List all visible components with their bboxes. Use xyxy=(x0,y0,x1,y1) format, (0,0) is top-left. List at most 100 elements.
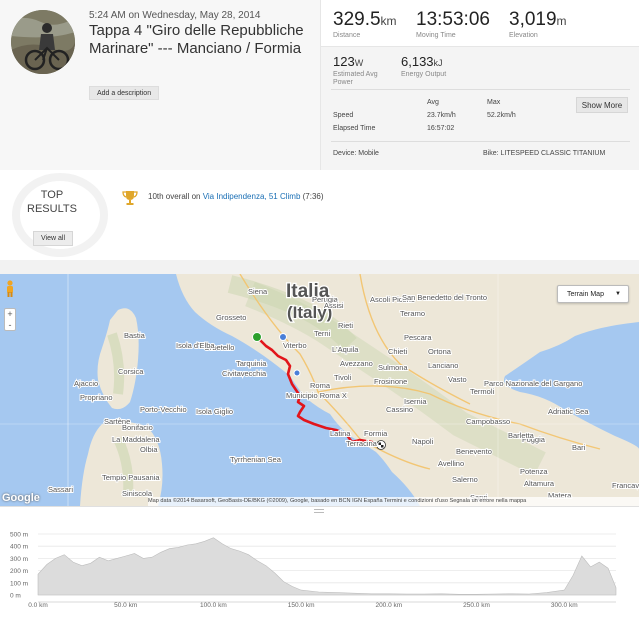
map-place-label: Corsica xyxy=(118,367,144,376)
map-place-label: Salerno xyxy=(452,475,478,484)
y-tick-label: 400 m xyxy=(10,544,28,551)
stat-power: 123W Estimated Avg Power xyxy=(333,53,388,87)
y-tick-label: 200 m xyxy=(10,568,28,575)
activity-stats: 329.5km Distance 13:53:06 Moving Time 3,… xyxy=(320,0,639,170)
map-place-label: Potenza xyxy=(520,467,548,476)
map-place-label: Tivoli xyxy=(334,373,352,382)
y-tick-label: 0 m xyxy=(10,593,21,600)
route-map[interactable]: Italia (Italy) Grosseto Siena Perugia Assis… xyxy=(0,274,639,506)
map-place-label: Sulmona xyxy=(378,363,408,372)
x-tick-label: 100.0 km xyxy=(200,602,227,609)
map-canvas[interactable]: Italia (Italy) GrossetoSienaPerugiaAssis… xyxy=(0,274,639,506)
map-place-label: Municipio Roma X xyxy=(286,391,347,400)
map-place-label: San Benedetto del Tronto xyxy=(402,293,487,302)
x-tick-label: 150.0 km xyxy=(288,602,315,609)
map-place-label: Viterbo xyxy=(283,341,307,350)
street-view-pegman-icon[interactable] xyxy=(5,280,15,298)
map-place-label: Cassino xyxy=(386,405,413,414)
activity-title: Tappa 4 "Giro delle Repubbliche Marinare… xyxy=(89,22,304,57)
map-place-label: Francav. xyxy=(612,481,639,490)
map-place-label: Terni xyxy=(314,329,331,338)
map-place-label: Adriatic Sea xyxy=(548,407,589,416)
map-place-label: Roma xyxy=(310,381,331,390)
stat-moving-time: 13:53:06 Moving Time xyxy=(416,9,490,39)
resize-handle-icon[interactable] xyxy=(314,509,324,513)
view-all-button[interactable]: View all xyxy=(33,231,73,246)
x-tick-label: 50.0 km xyxy=(114,602,137,609)
elevation-value: 3,019 xyxy=(509,9,557,30)
max-header: Max xyxy=(487,99,501,106)
map-place-label: Avellino xyxy=(438,459,464,468)
power-unit: W xyxy=(354,58,364,68)
elapsed-value: 16:57:02 xyxy=(427,125,455,132)
top-results-section: TOP RESULTS View all 10th overall on Via… xyxy=(0,170,639,260)
map-place-label: Ortona xyxy=(428,347,452,356)
result-prefix: 10th overall on xyxy=(148,192,203,201)
route-finish-marker xyxy=(376,440,386,450)
google-logo: Google xyxy=(2,492,40,504)
map-place-label: Assisi xyxy=(324,301,344,310)
elevation-label: Elevation xyxy=(509,32,538,39)
map-place-label: Teramo xyxy=(400,309,425,318)
distance-unit: km xyxy=(380,14,397,28)
map-place-label: La Maddalena xyxy=(112,435,160,444)
x-tick-label: 250.0 km xyxy=(463,602,490,609)
map-place-label: Benevento xyxy=(456,447,492,456)
elapsed-label: Elapsed Time xyxy=(333,125,376,132)
map-place-label: Altamura xyxy=(524,479,555,488)
map-place-label: Propriano xyxy=(80,393,113,402)
result-entry: 10th overall on Via Indipendenza, 51 Cli… xyxy=(148,192,324,201)
speed-label: Speed xyxy=(333,112,354,119)
map-place-label: Formia xyxy=(364,429,388,438)
map-place-label: Porto-Vecchio xyxy=(140,405,187,414)
map-place-label: Bastia xyxy=(124,331,146,340)
show-more-button[interactable]: Show More xyxy=(576,97,628,113)
map-place-label: Latina xyxy=(330,429,351,438)
activity-date: 5:24 AM on Wednesday, May 28, 2014 xyxy=(89,10,261,21)
device-info: Device: Mobile xyxy=(333,150,379,157)
map-place-label: Lanciano xyxy=(428,361,458,370)
map-place-label: Isernia xyxy=(404,397,427,406)
map-place-label: Campobasso xyxy=(466,417,510,426)
top-label-line2: RESULTS xyxy=(27,203,77,215)
distance-label: Distance xyxy=(333,32,361,39)
map-place-label: Napoli xyxy=(412,437,434,446)
stat-elevation: 3,019m Elevation xyxy=(509,9,567,39)
avg-header: Avg xyxy=(427,99,439,106)
top-results-label: TOP RESULTS xyxy=(0,188,104,216)
map-place-label: Chieti xyxy=(388,347,408,356)
moving-time-label: Moving Time xyxy=(416,32,456,39)
speed-avg: 23.7km/h xyxy=(427,112,456,119)
map-type-dropdown[interactable]: Terrain Map ▼ xyxy=(557,285,629,303)
top-label-line1: TOP xyxy=(40,189,64,201)
map-attribution: Map data ©2014 Basarsoft, GeoBasis-DE/BK… xyxy=(148,497,639,506)
map-place-label: Frosinone xyxy=(374,377,407,386)
map-place-label: Tyrrhenian Sea xyxy=(230,455,282,464)
map-type-label: Terrain Map xyxy=(567,291,604,298)
athlete-avatar[interactable] xyxy=(11,10,75,74)
stats-divider xyxy=(331,89,630,90)
elevation-chart[interactable]: 500 m 400 m 300 m 200 m 100 m 0 m 0.0 km 50.0 k… xyxy=(0,507,639,628)
x-tick-label: 300.0 km xyxy=(551,602,578,609)
zoom-out-button[interactable]: - xyxy=(5,320,15,331)
activity-summary: 5:24 AM on Wednesday, May 28, 2014 Tappa… xyxy=(0,0,320,170)
segment-link[interactable]: Via Indipendenza, 51 Climb xyxy=(203,192,301,201)
add-description-button[interactable]: Add a description xyxy=(89,86,160,100)
stats-divider-2 xyxy=(331,141,630,142)
moving-time-value: 13:53:06 xyxy=(416,9,490,30)
y-tick-label: 500 m xyxy=(10,532,28,539)
x-tick-label: 0.0 km xyxy=(28,602,48,609)
chevron-down-icon: ▼ xyxy=(615,291,621,297)
speed-max: 52.2km/h xyxy=(487,112,516,119)
blue-location-marker-2 xyxy=(293,369,301,377)
map-place-label: Isola Giglio xyxy=(196,407,233,416)
map-place-label: Ajaccio xyxy=(74,379,98,388)
stat-energy: 6,133kJ Energy Output xyxy=(401,53,446,79)
map-place-label: L'Aquila xyxy=(332,345,359,354)
stat-distance: 329.5km Distance xyxy=(333,9,397,39)
distance-value: 329.5 xyxy=(333,9,381,30)
zoom-in-button[interactable]: + xyxy=(5,309,15,320)
map-place-label: Sassari xyxy=(48,485,73,494)
map-place-label: Pescara xyxy=(404,333,432,342)
map-place-label: Barletta xyxy=(508,431,535,440)
